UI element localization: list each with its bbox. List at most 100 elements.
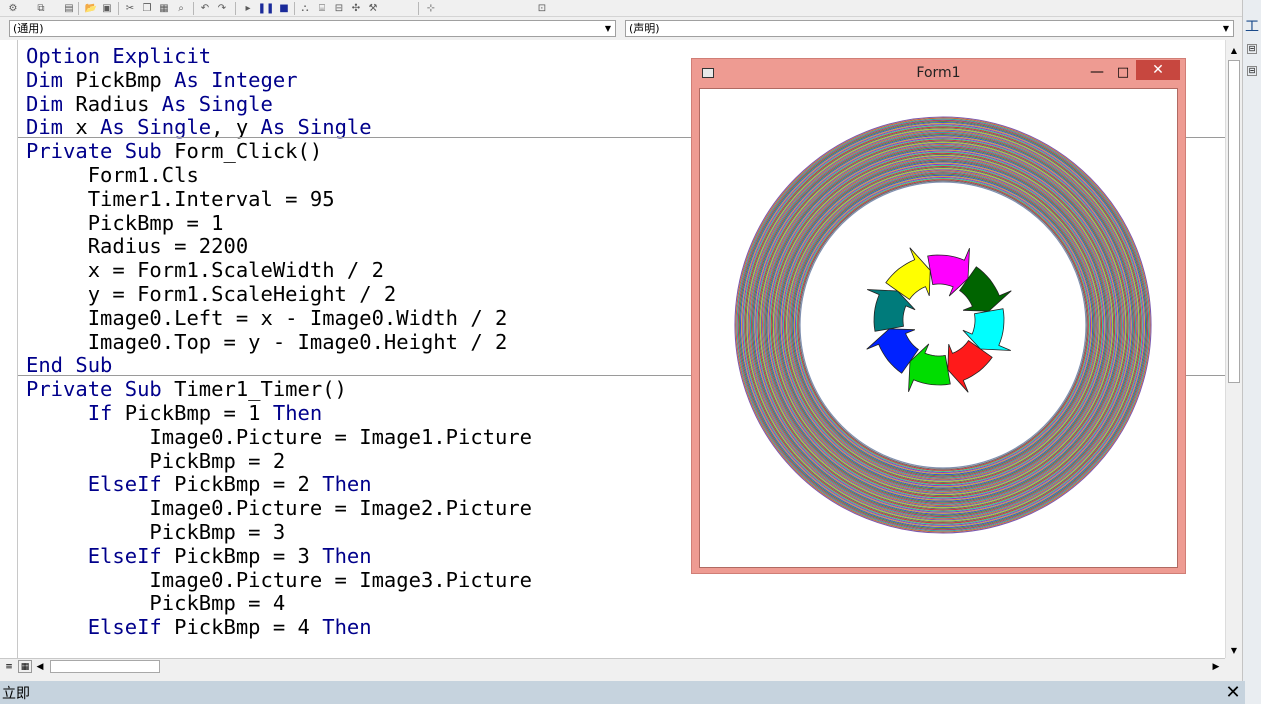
procedure-view-icon[interactable]: ≡: [2, 660, 16, 673]
code-keyword: As Integer: [174, 67, 298, 92]
scroll-down-icon[interactable]: ▼: [1226, 642, 1242, 658]
code-keyword: ElseIf: [87, 472, 162, 497]
code-line[interactable]: PickBmp = 3: [26, 520, 285, 544]
close-icon[interactable]: ✕: [1223, 682, 1243, 703]
project-explorer-icon[interactable]: ⛬: [298, 1, 312, 15]
code-text: x: [63, 115, 101, 140]
code-keyword: If: [87, 401, 113, 425]
code-line[interactable]: Image0.Left = x - Image0.Width / 2: [26, 306, 508, 330]
horizontal-scrollbar[interactable]: ≡ ▦ ◀ ▶: [0, 658, 1225, 674]
code-text: PickBmp = 4: [161, 615, 323, 640]
code-line[interactable]: ElseIf PickBmp = 2 Then: [26, 472, 372, 496]
scroll-up-icon[interactable]: ▲: [1226, 42, 1242, 58]
code-line[interactable]: Image0.Picture = Image1.Picture: [26, 425, 532, 449]
code-line[interactable]: End Sub: [26, 353, 112, 377]
code-text: Radius: [63, 91, 162, 116]
code-line[interactable]: Image0.Picture = Image2.Picture: [26, 496, 532, 520]
form-layout-icon[interactable]: ⊟: [332, 1, 346, 15]
menu-editor-icon[interactable]: ▤: [62, 1, 76, 15]
code-text: x = Form1.ScaleWidth / 2: [26, 258, 384, 283]
drawing-canvas: [734, 116, 1152, 534]
code-line[interactable]: Dim Radius As Single: [26, 92, 273, 116]
size-icon: ⊡: [537, 2, 547, 14]
find-icon[interactable]: ⌕: [174, 1, 188, 15]
code-line[interactable]: PickBmp = 4: [26, 591, 285, 615]
scroll-thumb[interactable]: [1228, 60, 1240, 383]
code-line[interactable]: Timer1.Interval = 95: [26, 187, 335, 211]
copy-icon[interactable]: ❐: [140, 1, 154, 15]
code-text: Timer1_Timer(): [161, 377, 347, 402]
save-icon[interactable]: ▣: [100, 1, 114, 15]
form1-window: Form1 — □ ✕: [691, 58, 1186, 574]
code-text: PickBmp = 2: [26, 448, 286, 473]
code-keyword: As Single: [260, 115, 372, 140]
add-project-icon[interactable]: ⚙: [6, 1, 20, 15]
code-keyword: ElseIf: [87, 543, 162, 568]
code-line[interactable]: Private Sub Timer1_Timer(): [26, 377, 347, 401]
form1-client-area[interactable]: [699, 88, 1178, 568]
vertical-scrollbar[interactable]: ▲ ▼: [1225, 40, 1242, 658]
concentric-rings: [734, 116, 1152, 534]
hscroll-thumb[interactable]: [50, 660, 160, 673]
undo-icon[interactable]: ↶: [198, 1, 212, 15]
toolbox-icon[interactable]: ⚒: [366, 1, 380, 15]
code-line[interactable]: Image0.Top = y - Image0.Height / 2: [26, 329, 508, 354]
cut-icon[interactable]: ✂: [123, 1, 137, 15]
add-form-icon[interactable]: ⧉: [34, 1, 48, 15]
code-line[interactable]: Option Explicit: [26, 44, 211, 68]
code-text: Radius = 2200: [26, 234, 249, 259]
form1-titlebar[interactable]: Form1 — □ ✕: [692, 59, 1185, 87]
code-line[interactable]: Dim x As Single, y As Single: [26, 115, 372, 139]
code-line[interactable]: ElseIf PickBmp = 4 Then: [26, 615, 372, 639]
scroll-right-icon[interactable]: ▶: [1210, 660, 1222, 673]
code-text: Image0.Picture = Image2.Picture: [26, 496, 533, 521]
collapse-icon[interactable]: ⊟: [1247, 66, 1257, 76]
code-line[interactable]: PickBmp = 1: [26, 211, 224, 235]
chevron-down-icon[interactable]: ▼: [601, 21, 615, 36]
procedure-combo[interactable]: (声明) ▼: [625, 20, 1234, 37]
code-text: PickBmp = 4: [26, 591, 286, 616]
full-module-view-icon[interactable]: ▦: [18, 660, 32, 673]
properties-icon[interactable]: ⌸: [315, 1, 329, 15]
code-keyword: Option Explicit: [26, 44, 212, 68]
minimize-button[interactable]: —: [1086, 62, 1108, 82]
collapse-icon[interactable]: ⊟: [1247, 44, 1257, 54]
position-icon: ⊹: [426, 2, 436, 14]
right-strip-label: 工: [1245, 19, 1259, 35]
code-line[interactable]: PickBmp = 2: [26, 449, 285, 473]
code-line[interactable]: Radius = 2200: [26, 234, 248, 258]
object-combo-value: (通用): [13, 22, 44, 35]
code-line[interactable]: Dim PickBmp As Integer: [26, 68, 298, 92]
immediate-window-bar: 立即 ✕: [0, 681, 1245, 704]
code-line[interactable]: If PickBmp = 1 Then: [26, 401, 323, 425]
run-icon[interactable]: ▸: [241, 1, 255, 15]
code-keyword: Dim: [26, 115, 64, 140]
stop-icon[interactable]: ■: [277, 1, 291, 15]
maximize-button[interactable]: □: [1112, 62, 1134, 82]
pause-icon[interactable]: ❚❚: [258, 1, 275, 15]
code-line[interactable]: ElseIf PickBmp = 3 Then: [26, 544, 372, 568]
code-line[interactable]: y = Form1.ScaleHeight / 2: [26, 282, 397, 306]
code-keyword: Private Sub: [26, 377, 162, 402]
code-line[interactable]: Form1.Cls: [26, 163, 199, 187]
code-keyword: As Single: [100, 115, 212, 140]
object-browser-icon[interactable]: ✣: [349, 1, 363, 15]
code-line[interactable]: x = Form1.ScaleWidth / 2: [26, 258, 384, 282]
paste-icon[interactable]: ▦: [157, 1, 171, 15]
chevron-down-icon[interactable]: ▼: [1219, 21, 1233, 36]
object-combo[interactable]: (通用) ▼: [9, 20, 616, 37]
code-text: Image0.Picture = Image1.Picture: [26, 424, 533, 449]
code-keyword: Then: [272, 401, 323, 425]
open-icon[interactable]: 📂: [84, 1, 98, 15]
redo-icon[interactable]: ↷: [215, 1, 229, 15]
code-text: Image0.Picture = Image3.Picture: [26, 567, 533, 592]
code-line[interactable]: Image0.Picture = Image3.Picture: [26, 568, 532, 592]
close-button[interactable]: ✕: [1136, 60, 1180, 80]
code-line[interactable]: Private Sub Form_Click(): [26, 139, 322, 163]
scroll-left-icon[interactable]: ◀: [34, 660, 46, 673]
code-keyword: Private Sub: [26, 139, 162, 164]
code-text: Image0.Top = y - Image0.Height / 2: [26, 329, 508, 354]
